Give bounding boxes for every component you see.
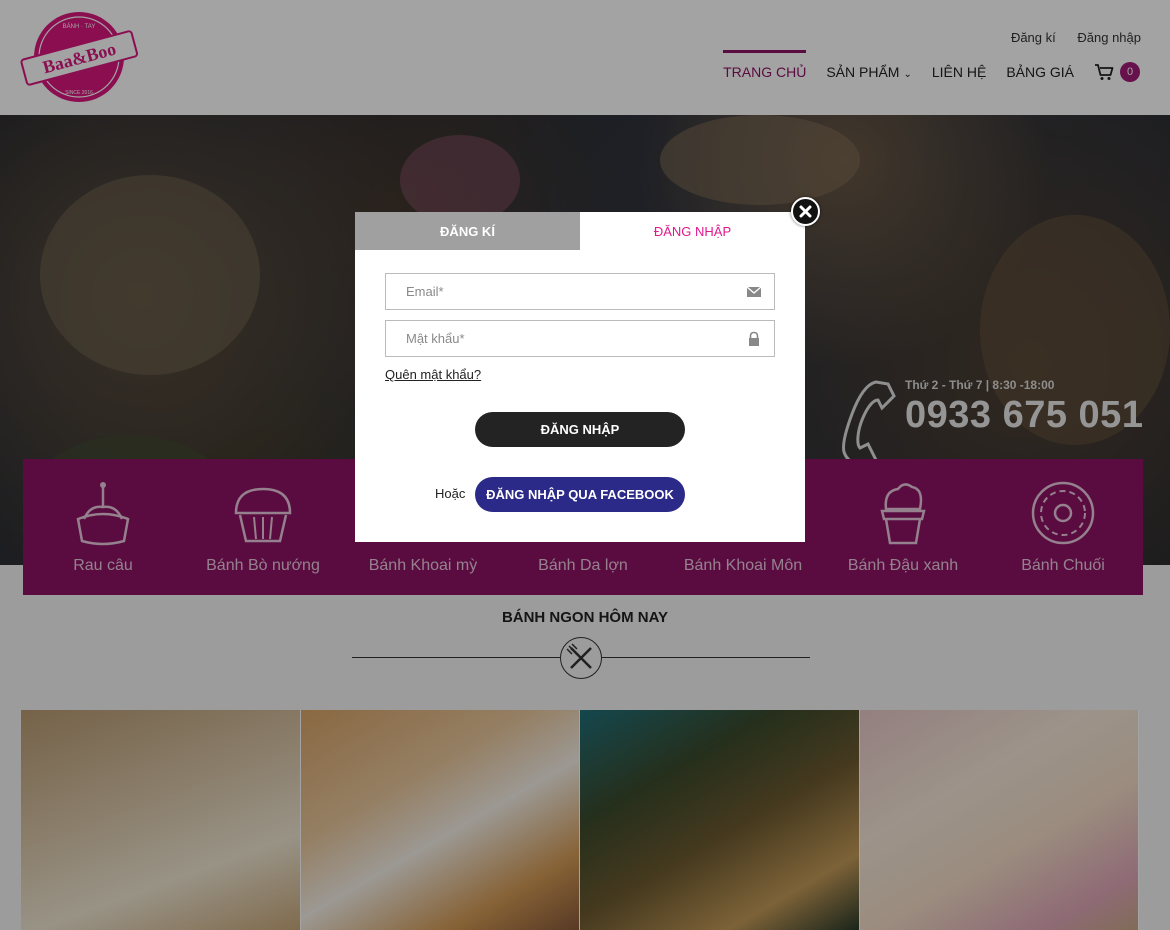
lock-icon bbox=[749, 331, 759, 346]
email-field[interactable] bbox=[385, 273, 775, 310]
or-label: Hoặc bbox=[435, 486, 466, 501]
tab-login[interactable]: ĐĂNG NHẬP bbox=[580, 212, 805, 250]
tab-register[interactable]: ĐĂNG KÍ bbox=[355, 212, 580, 250]
login-button[interactable]: ĐĂNG NHẬP bbox=[475, 412, 685, 447]
password-input[interactable] bbox=[386, 321, 726, 356]
forgot-password-link[interactable]: Quên mật khẩu? bbox=[385, 367, 481, 382]
close-modal-button[interactable] bbox=[791, 197, 820, 226]
auth-tabs: ĐĂNG KÍ ĐĂNG NHẬP bbox=[355, 212, 805, 250]
envelope-icon bbox=[746, 286, 762, 297]
password-field[interactable] bbox=[385, 320, 775, 357]
email-input[interactable] bbox=[386, 274, 726, 309]
close-icon bbox=[799, 205, 812, 218]
facebook-login-button[interactable]: ĐĂNG NHẬP QUA FACEBOOK bbox=[475, 477, 685, 512]
auth-modal: ĐĂNG KÍ ĐĂNG NHẬP Quên mật khẩu? ĐĂNG NH… bbox=[355, 212, 805, 542]
